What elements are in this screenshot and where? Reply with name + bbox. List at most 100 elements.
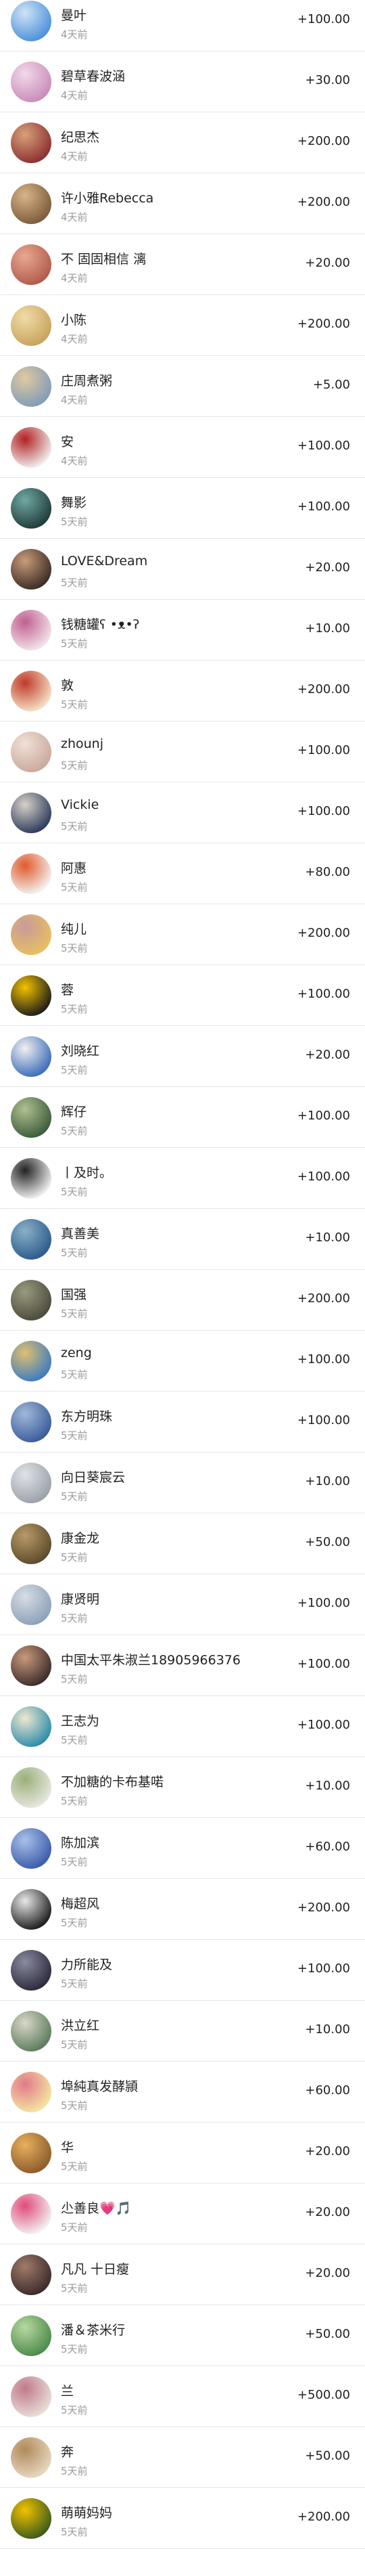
avatar[interactable] [11,2498,51,2539]
reward-row[interactable]: 向日葵宸云 5天前 +10.00 [0,1452,365,1513]
avatar[interactable] [11,914,51,955]
reward-row[interactable]: 兰 5天前 +500.00 [0,2366,365,2427]
pagoda-icon [11,1158,51,1199]
reward-row[interactable]: 刘晓红 5天前 +20.00 [0,1026,365,1087]
time-ago: 5天前 [61,1064,88,1076]
avatar[interactable] [11,1341,51,1381]
avatar[interactable] [11,732,51,772]
avatar[interactable] [11,1524,51,1564]
reward-row[interactable]: 曼叶 4天前 +100.00 [0,0,365,51]
reward-row[interactable]: 蓉 5天前 +100.00 [0,965,365,1026]
avatar[interactable] [11,2255,51,2295]
reward-row[interactable]: 舞影 5天前 +100.00 [0,478,365,539]
reward-amount: +200.00 [297,682,350,696]
reward-row[interactable]: 钱糖罐ʕ •ᴥ•ʔ 5天前 +10.00 [0,600,365,661]
reward-amount: +100.00 [297,743,350,757]
reward-row[interactable]: 敦 5天前 +200.00 [0,661,365,721]
mountain-photo-icon [11,1036,51,1077]
avatar[interactable] [11,366,51,407]
avatar[interactable] [11,853,51,894]
donor-name: 凡凡 十日瘦 [61,2262,130,2277]
reward-row[interactable]: 康贤明 5天前 +100.00 [0,1574,365,1635]
avatar[interactable] [11,183,51,224]
reward-row[interactable]: 丨及时。 5天前 +100.00 [0,1148,365,1209]
reward-row[interactable]: 奔 5天前 +50.00 [0,2427,365,2488]
avatar[interactable] [11,1463,51,1503]
donor-name: 潘＆茶米行 [61,2323,126,2338]
avatar[interactable] [11,2437,51,2478]
reward-row[interactable]: 不 固固相信 漓 4天前 +20.00 [0,234,365,295]
avatar[interactable] [11,1889,51,1930]
avatar[interactable] [11,305,51,346]
reward-row[interactable]: 力所能及 5天前 +100.00 [0,1940,365,2001]
reward-row[interactable]: LOVE&Dream 5天前 +20.00 [0,539,365,600]
avatar[interactable] [11,793,51,833]
reward-row[interactable]: 东方明珠 5天前 +100.00 [0,1392,365,1452]
avatar[interactable] [11,610,51,650]
reward-amount: +100.00 [297,1961,350,1976]
avatar[interactable] [11,2072,51,2112]
reward-row[interactable]: 王志为 5天前 +100.00 [0,1696,365,1757]
avatar[interactable] [11,1402,51,1442]
reward-row[interactable]: 真善美 5天前 +10.00 [0,1209,365,1270]
reward-row[interactable]: 埠純真发酵頴 5天前 +60.00 [0,2062,365,2123]
donor-name: 兰 [61,2384,74,2399]
reward-row[interactable]: 庄周煮粥 4天前 +5.00 [0,356,365,417]
reward-row[interactable]: 潘＆茶米行 5天前 +50.00 [0,2305,365,2366]
donor-name: 国强 [61,1287,87,1302]
reward-row[interactable]: 辉仔 5天前 +100.00 [0,1087,365,1148]
avatar[interactable] [11,2194,51,2234]
reward-row[interactable]: 萌萌妈妈 5天前 +200.00 [0,2488,365,2549]
avatar[interactable] [11,1,51,41]
avatar[interactable] [11,671,51,711]
reward-row[interactable]: 许小雅Rebecca 4天前 +200.00 [0,173,365,234]
reward-amount: +500.00 [297,2388,350,2402]
reward-row[interactable]: 纯儿 5天前 +200.00 [0,904,365,965]
avatar[interactable] [11,62,51,102]
avatar[interactable] [11,488,51,529]
avatar[interactable] [11,1036,51,1077]
reward-row[interactable]: 不加糖的卡布基喏 5天前 +10.00 [0,1757,365,1818]
avatar[interactable] [11,975,51,1016]
reward-amount: +200.00 [297,134,350,148]
reward-row[interactable]: 阿惠 5天前 +80.00 [0,843,365,904]
avatar[interactable] [11,427,51,468]
avatar[interactable] [11,2133,51,2173]
reward-row[interactable]: 洪立红 5天前 +10.00 [0,2001,365,2062]
donor-name: 真善美 [61,1226,100,1241]
avatar[interactable] [11,2011,51,2051]
avatar[interactable] [11,2315,51,2356]
reward-row[interactable]: 中国太平朱淑兰18905966376 5天前 +100.00 [0,1635,365,1696]
reward-row[interactable]: 梅超风 5天前 +200.00 [0,1879,365,1940]
avatar[interactable] [11,1950,51,1991]
avatar[interactable] [11,1645,51,1686]
reward-row[interactable]: zhounj 5天前 +100.00 [0,721,365,782]
reward-row[interactable]: 康金龙 5天前 +50.00 [0,1513,365,1574]
reward-row[interactable]: 小陈 4天前 +200.00 [0,295,365,356]
reward-row[interactable]: 华 5天前 +20.00 [0,2123,365,2183]
reward-row[interactable]: 安 4天前 +100.00 [0,417,365,478]
avatar[interactable] [11,244,51,285]
reward-row[interactable]: 尐善良💗🎵 5天前 +20.00 [0,2183,365,2244]
avatar[interactable] [11,1280,51,1320]
reward-row[interactable]: Vickie 5天前 +100.00 [0,782,365,843]
avatar[interactable] [11,2376,51,2417]
reward-row[interactable]: 凡凡 十日瘦 5天前 +20.00 [0,2244,365,2305]
avatar[interactable] [11,1584,51,1625]
avatar[interactable] [11,123,51,163]
building-photo-icon [11,1219,51,1260]
avatar[interactable] [11,1828,51,1869]
avatar[interactable] [11,1706,51,1747]
avatar[interactable] [11,1767,51,1808]
avatar[interactable] [11,1097,51,1138]
avatar[interactable] [11,1219,51,1260]
reward-row[interactable]: 陈加滨 5天前 +60.00 [0,1818,365,1879]
reward-row[interactable]: 国强 5天前 +200.00 [0,1270,365,1331]
avatar[interactable] [11,549,51,590]
avatar[interactable] [11,1158,51,1199]
reward-row[interactable]: 碧草春波涵 4天前 +30.00 [0,51,365,112]
person-photo-icon [11,183,51,224]
reward-row[interactable]: zeng 5天前 +100.00 [0,1331,365,1392]
reward-row[interactable]: 纪思杰 4天前 +200.00 [0,112,365,173]
donor-name: 不 固固相信 漓 [61,252,147,267]
